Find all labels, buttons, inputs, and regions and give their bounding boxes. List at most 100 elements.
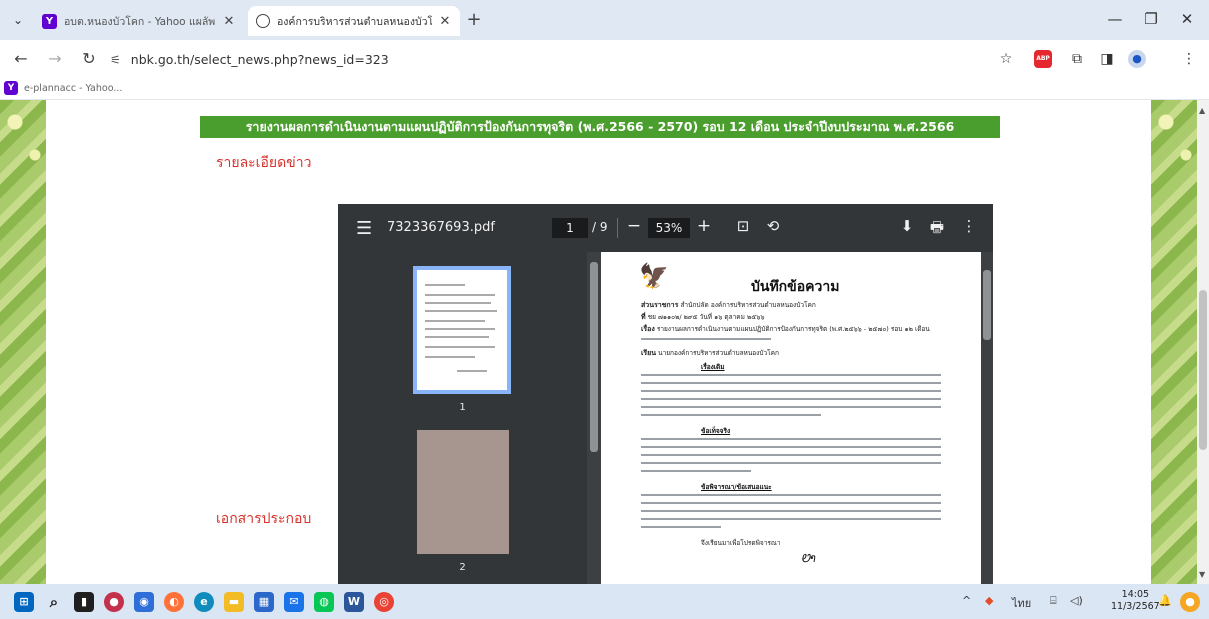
close-tab-icon[interactable]: ✕ [222,14,236,29]
search-icon[interactable]: ⌕ [44,592,64,612]
adblock-icon[interactable]: ABP [1034,50,1052,68]
garuda-emblem-icon: 🦅 [639,262,669,290]
page-number-input[interactable]: 1 [552,218,588,238]
chrome-icon[interactable]: ◎ [374,592,394,612]
memo-row-text: สำนักปลัด องค์การบริหารส่วนตำบลหนองบัวโค… [680,301,816,309]
fit-page-icon[interactable]: ⊡ [732,217,754,235]
side-panel-icon[interactable]: ◨ [1096,49,1118,69]
clock-date: 11/3/2567 [1111,601,1160,612]
restore-icon[interactable]: ❐ [1136,10,1166,28]
profile-icon[interactable]: ● [1128,50,1146,68]
firefox-icon[interactable]: ◐ [164,592,184,612]
memo-heading: ข้อเท็จจริง [701,427,731,435]
memo-row-text: รายงานผลการดำเนินงานตามแผนปฏิบัติการป้อง… [656,325,930,333]
word-icon[interactable]: W [344,592,364,612]
bookmarks-bar: Y e-plannacc - Yahoo... [0,78,1209,100]
widgets-icon[interactable]: ● [1180,592,1200,612]
start-icon[interactable]: ⊞ [14,592,34,612]
pdf-menu-icon[interactable]: ☰ [356,218,372,239]
scroll-up-icon[interactable]: ▲ [1199,106,1205,115]
task-view-icon[interactable]: ▮ [74,592,94,612]
details-label: รายละเอียดข่าว [216,155,312,171]
page-thumbnail-2[interactable] [417,430,509,554]
minimize-icon[interactable]: — [1100,10,1130,28]
attachments-label: เอกสารประกอบ [216,511,312,527]
chevron-up-icon[interactable]: ^ [962,594,971,607]
site-info-icon[interactable]: ⚟ [110,53,121,67]
tab-title: องค์การบริหารส่วนตำบลหนองบัวโค [277,15,432,28]
page-scrollbar[interactable]: ▲ ▼ [1197,100,1209,584]
pdf-toolbar: ☰ 7323367693.pdf 1 / 9 − 53% + ⊡ ⟲ ⬇ 🖶 ⋮ [338,204,993,252]
memo-heading: ข้อพิจารณา/ข้อเสนอแนะ [701,483,772,491]
memo-row-label: เรื่อง [641,325,655,333]
bookmark-item[interactable]: Y e-plannacc - Yahoo... [4,81,122,95]
menu-kebab-icon[interactable]: ⋮ [1178,49,1200,69]
rotate-icon[interactable]: ⟲ [762,217,784,235]
pdf-scrollbar[interactable] [981,252,993,584]
zoom-input[interactable]: 53% [648,218,690,238]
url-text: nbk.go.th/select_news.php?news_id=323 [130,52,389,67]
bookmark-star-icon[interactable]: ☆ [995,49,1017,69]
pdf-more-icon[interactable]: ⋮ [958,217,980,235]
back-icon[interactable]: ← [10,49,32,68]
clock-time: 14:05 [1121,589,1150,600]
decorative-border-left [0,100,46,584]
globe-icon [256,14,270,28]
close-tab-icon[interactable]: ✕ [438,14,452,29]
line-icon[interactable]: ◍ [314,592,334,612]
forward-icon[interactable]: → [44,49,66,68]
scroll-down-icon[interactable]: ▼ [1199,570,1205,579]
network-icon[interactable]: ⌸ [1050,594,1057,608]
browser-toolbar: ← → ↻ ⚟ nbk.go.th/select_news.php?news_i… [0,40,1209,78]
language-indicator[interactable]: ไทย [1012,594,1031,612]
pdf-page: 🦅 บันทึกข้อความ ส่วนราชการ สำนักปลัด องค… [601,252,981,584]
memo-heading: เรื่องเดิม [701,363,725,371]
memo-row: เรียน นายกองค์การบริหารส่วนตำบลหนองบัวโค… [641,348,779,359]
extensions-icon[interactable]: ⧉ [1066,49,1088,69]
news-title-banner: รายงานผลการดำเนินงานตามแผนปฏิบัติการป้อง… [200,116,1000,138]
tab-title: อบต.หนองบัวโคก - Yahoo แผลัพธ์ [64,15,216,28]
page-total: / 9 [592,220,608,234]
memo-title: บันทึกข้อความ [751,279,840,295]
print-icon[interactable]: 🖶 [926,217,948,242]
antivirus-icon[interactable]: ◆ [985,594,993,607]
bookmark-label: e-plannacc - Yahoo... [24,82,123,94]
page-thumbnail-1[interactable] [413,266,511,394]
signature-icon: Ꮼາ [801,552,816,565]
system-clock[interactable]: 14:05 11/3/2567 [1111,589,1160,613]
scrollbar-thumb[interactable] [1199,290,1207,450]
yahoo-icon: Y [4,81,18,95]
memo-row-text: ชย ๗๑๑๐๒/ ๒๙๕ วันที่ ๑๖ ตุลาคม ๒๕๖๖ [647,313,765,321]
yahoo-icon: Y [42,13,57,29]
thumbnails-scrollbar[interactable] [587,252,601,584]
news-content: รายงานผลการดำเนินงานตามแผนปฏิบัติการป้อง… [200,100,1000,584]
zoom-in-icon[interactable]: + [694,216,714,236]
memo-row: ที่ ชย ๗๑๑๐๒/ ๒๙๕ วันที่ ๑๖ ตุลาคม ๒๕๖๖ [641,312,764,323]
tab-nbk-active[interactable]: องค์การบริหารส่วนตำบลหนองบัวโค ✕ [248,6,460,36]
thumbnail-label: 1 [459,402,466,413]
pdf-viewer: ☰ 7323367693.pdf 1 / 9 − 53% + ⊡ ⟲ ⬇ 🖶 ⋮ [338,204,993,584]
chat-icon[interactable]: ◉ [134,592,154,612]
volume-icon[interactable]: ◁) [1070,594,1083,607]
teams-icon[interactable]: ● [104,592,124,612]
store-icon[interactable]: ▦ [254,592,274,612]
close-window-icon[interactable]: ✕ [1172,10,1202,28]
download-icon[interactable]: ⬇ [896,217,918,235]
pdf-thumbnails: 1 2 [338,252,587,584]
zoom-out-icon[interactable]: − [624,216,644,236]
memo-row: ส่วนราชการ สำนักปลัด องค์การบริหารส่วนตำ… [641,300,816,311]
decorative-border-right [1151,100,1197,584]
tab-yahoo-search[interactable]: Y อบต.หนองบัวโคก - Yahoo แผลัพธ์ ✕ [34,6,244,36]
tab-search-chevron-icon[interactable]: ⌄ [6,8,30,32]
edge-icon[interactable]: e [194,592,214,612]
pdf-filename: 7323367693.pdf [387,220,495,235]
new-tab-icon[interactable]: + [464,10,484,30]
mail-icon[interactable]: ✉ [284,592,304,612]
notification-bell-icon[interactable]: 🔔 [1158,594,1172,607]
windows-taskbar: ⊞ ⌕ ▮ ● ◉ ◐ e ▬ ▦ ✉ ◍ W ◎ ^ ◆ ไทย ⌸ ◁) 1… [0,584,1209,619]
memo-row-text: นายกองค์การบริหารส่วนตำบลหนองบัวโคก [658,349,779,357]
tab-strip: ⌄ Y อบต.หนองบัวโคก - Yahoo แผลัพธ์ ✕ องค… [0,0,1209,40]
address-bar[interactable]: ⚟ nbk.go.th/select_news.php?news_id=323 [110,52,389,67]
file-explorer-icon[interactable]: ▬ [224,592,244,612]
reload-icon[interactable]: ↻ [78,49,100,68]
